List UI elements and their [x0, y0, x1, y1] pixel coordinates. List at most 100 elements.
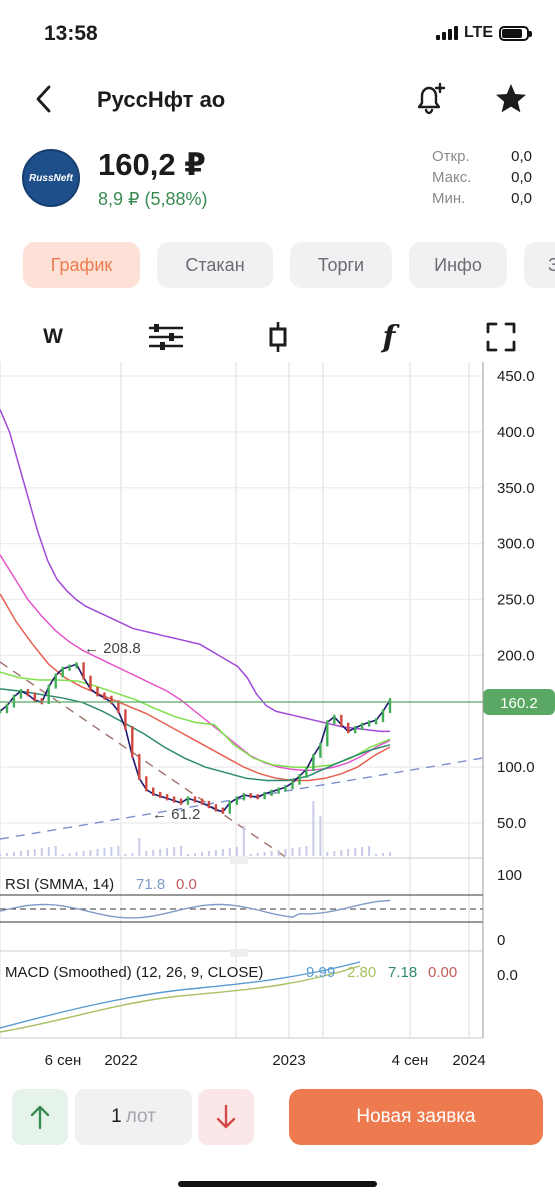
candle — [333, 714, 336, 725]
price-line — [0, 663, 391, 813]
volume-bar — [298, 847, 301, 856]
volume-bar — [26, 850, 29, 856]
volume-bar — [354, 848, 357, 856]
tab-more[interactable]: З — [524, 242, 555, 288]
x-tick: 2022 — [104, 1052, 137, 1069]
volume-bar — [249, 854, 252, 856]
x-tick: 4 сен — [392, 1052, 429, 1069]
indicators-button[interactable] — [141, 312, 191, 362]
low-annotation: ← 61.2 — [152, 806, 200, 823]
network-label: LTE — [463, 24, 493, 41]
volume-bar — [207, 851, 210, 856]
expand-icon — [486, 322, 516, 352]
indicator-line — [0, 409, 390, 733]
rsi-value: 71.8 — [136, 876, 165, 893]
chevron-left-icon — [36, 85, 51, 113]
candle — [207, 800, 211, 809]
candle — [47, 684, 50, 705]
tab-info[interactable]: Инфо — [409, 242, 507, 288]
volume-bar — [173, 847, 176, 856]
favorite-button[interactable] — [492, 80, 530, 118]
volume-bar — [326, 852, 329, 856]
candle — [340, 714, 343, 727]
candle — [61, 666, 64, 678]
candle — [152, 787, 155, 796]
candle — [221, 807, 225, 814]
quote-stats: Откр. 0,0 Макс. 0,0 Мин. 0,0 — [432, 148, 532, 211]
volume-bar — [82, 851, 85, 856]
macd-value-1: 9.99 — [306, 964, 335, 981]
candle — [75, 662, 78, 669]
candle — [96, 686, 99, 697]
candle — [68, 664, 71, 671]
price-chart[interactable]: 160.2 ← 208.8 ← 61.2 450.0 400.0 350.0 300.… — [0, 362, 555, 1082]
volume-bar — [235, 847, 238, 856]
volume-bar — [138, 838, 141, 856]
back-button[interactable] — [28, 82, 58, 116]
volume-bar — [89, 850, 92, 856]
status-indicators: LTE — [435, 24, 532, 42]
candle — [291, 780, 294, 790]
candle — [298, 774, 301, 785]
volume-bar — [368, 846, 371, 856]
volume-bar — [312, 801, 315, 856]
quantity-input[interactable]: 1 лот — [75, 1089, 192, 1145]
candle — [12, 694, 16, 708]
volume-bar — [375, 854, 378, 856]
alert-button[interactable] — [410, 80, 448, 118]
candle — [159, 791, 162, 799]
candle — [277, 787, 280, 794]
quantity-value: 1 — [111, 1106, 122, 1127]
volume-bar — [228, 848, 231, 856]
candle — [54, 673, 57, 689]
quote-header: RussNeft 160,2 ₽ 8,9 ₽ (5,88%) Откр. 0,0 … — [0, 145, 555, 215]
chart-type-button[interactable] — [253, 312, 303, 362]
candle — [103, 692, 106, 700]
volume-bar — [333, 851, 336, 856]
candle — [367, 720, 371, 727]
new-order-button[interactable]: Новая заявка — [289, 1089, 543, 1145]
volume-bar — [103, 848, 106, 856]
fullscreen-button[interactable] — [476, 312, 526, 362]
macd-label: MACD (Smoothed) (12, 26, 9, CLOSE) — [5, 964, 263, 981]
tab-chart[interactable]: График — [23, 242, 140, 288]
indicator-lines — [0, 409, 391, 813]
nav-bar: РуссНфт ао — [0, 70, 555, 130]
candle — [5, 703, 9, 714]
rsi-tick-0: 0 — [497, 932, 505, 949]
candle — [40, 698, 43, 705]
candle — [228, 800, 231, 814]
candle — [145, 776, 148, 792]
candle — [89, 675, 92, 691]
y-tick-label: 400.0 — [497, 424, 535, 441]
volume-bar — [159, 849, 162, 856]
tab-order-book[interactable]: Стакан — [157, 242, 273, 288]
pane-handle-icon[interactable] — [230, 856, 248, 864]
y-tick-label: 300.0 — [497, 536, 535, 553]
sell-direction-button[interactable] — [198, 1089, 254, 1145]
interval-button[interactable]: W — [28, 312, 78, 362]
indicator-line — [0, 593, 391, 782]
candle — [82, 662, 85, 680]
candle — [138, 753, 141, 780]
x-tick: 2023 — [272, 1052, 305, 1069]
candle — [305, 767, 308, 778]
candle — [172, 796, 176, 803]
volume-bar — [382, 853, 384, 856]
volume-bar — [361, 847, 364, 856]
functions-button[interactable]: f — [364, 312, 414, 362]
candle — [326, 720, 329, 747]
volume-bar — [117, 846, 120, 856]
volume-bar — [33, 849, 36, 856]
pane-handle-icon-2[interactable] — [230, 949, 248, 957]
tab-trades[interactable]: Торги — [290, 242, 392, 288]
chart-canvas[interactable]: 160.2 ← 208.8 ← 61.2 450.0 400.0 350.0 300.… — [0, 362, 555, 1082]
candle — [360, 722, 364, 730]
volume-bar — [12, 852, 15, 856]
volume-bar — [187, 854, 189, 856]
volume-bar — [194, 853, 196, 856]
volume-bar — [263, 852, 266, 856]
price-change: 8,9 ₽ (5,88%) — [98, 189, 208, 209]
buy-direction-button[interactable] — [12, 1089, 68, 1145]
y-tick-label: 450.0 — [497, 368, 535, 385]
